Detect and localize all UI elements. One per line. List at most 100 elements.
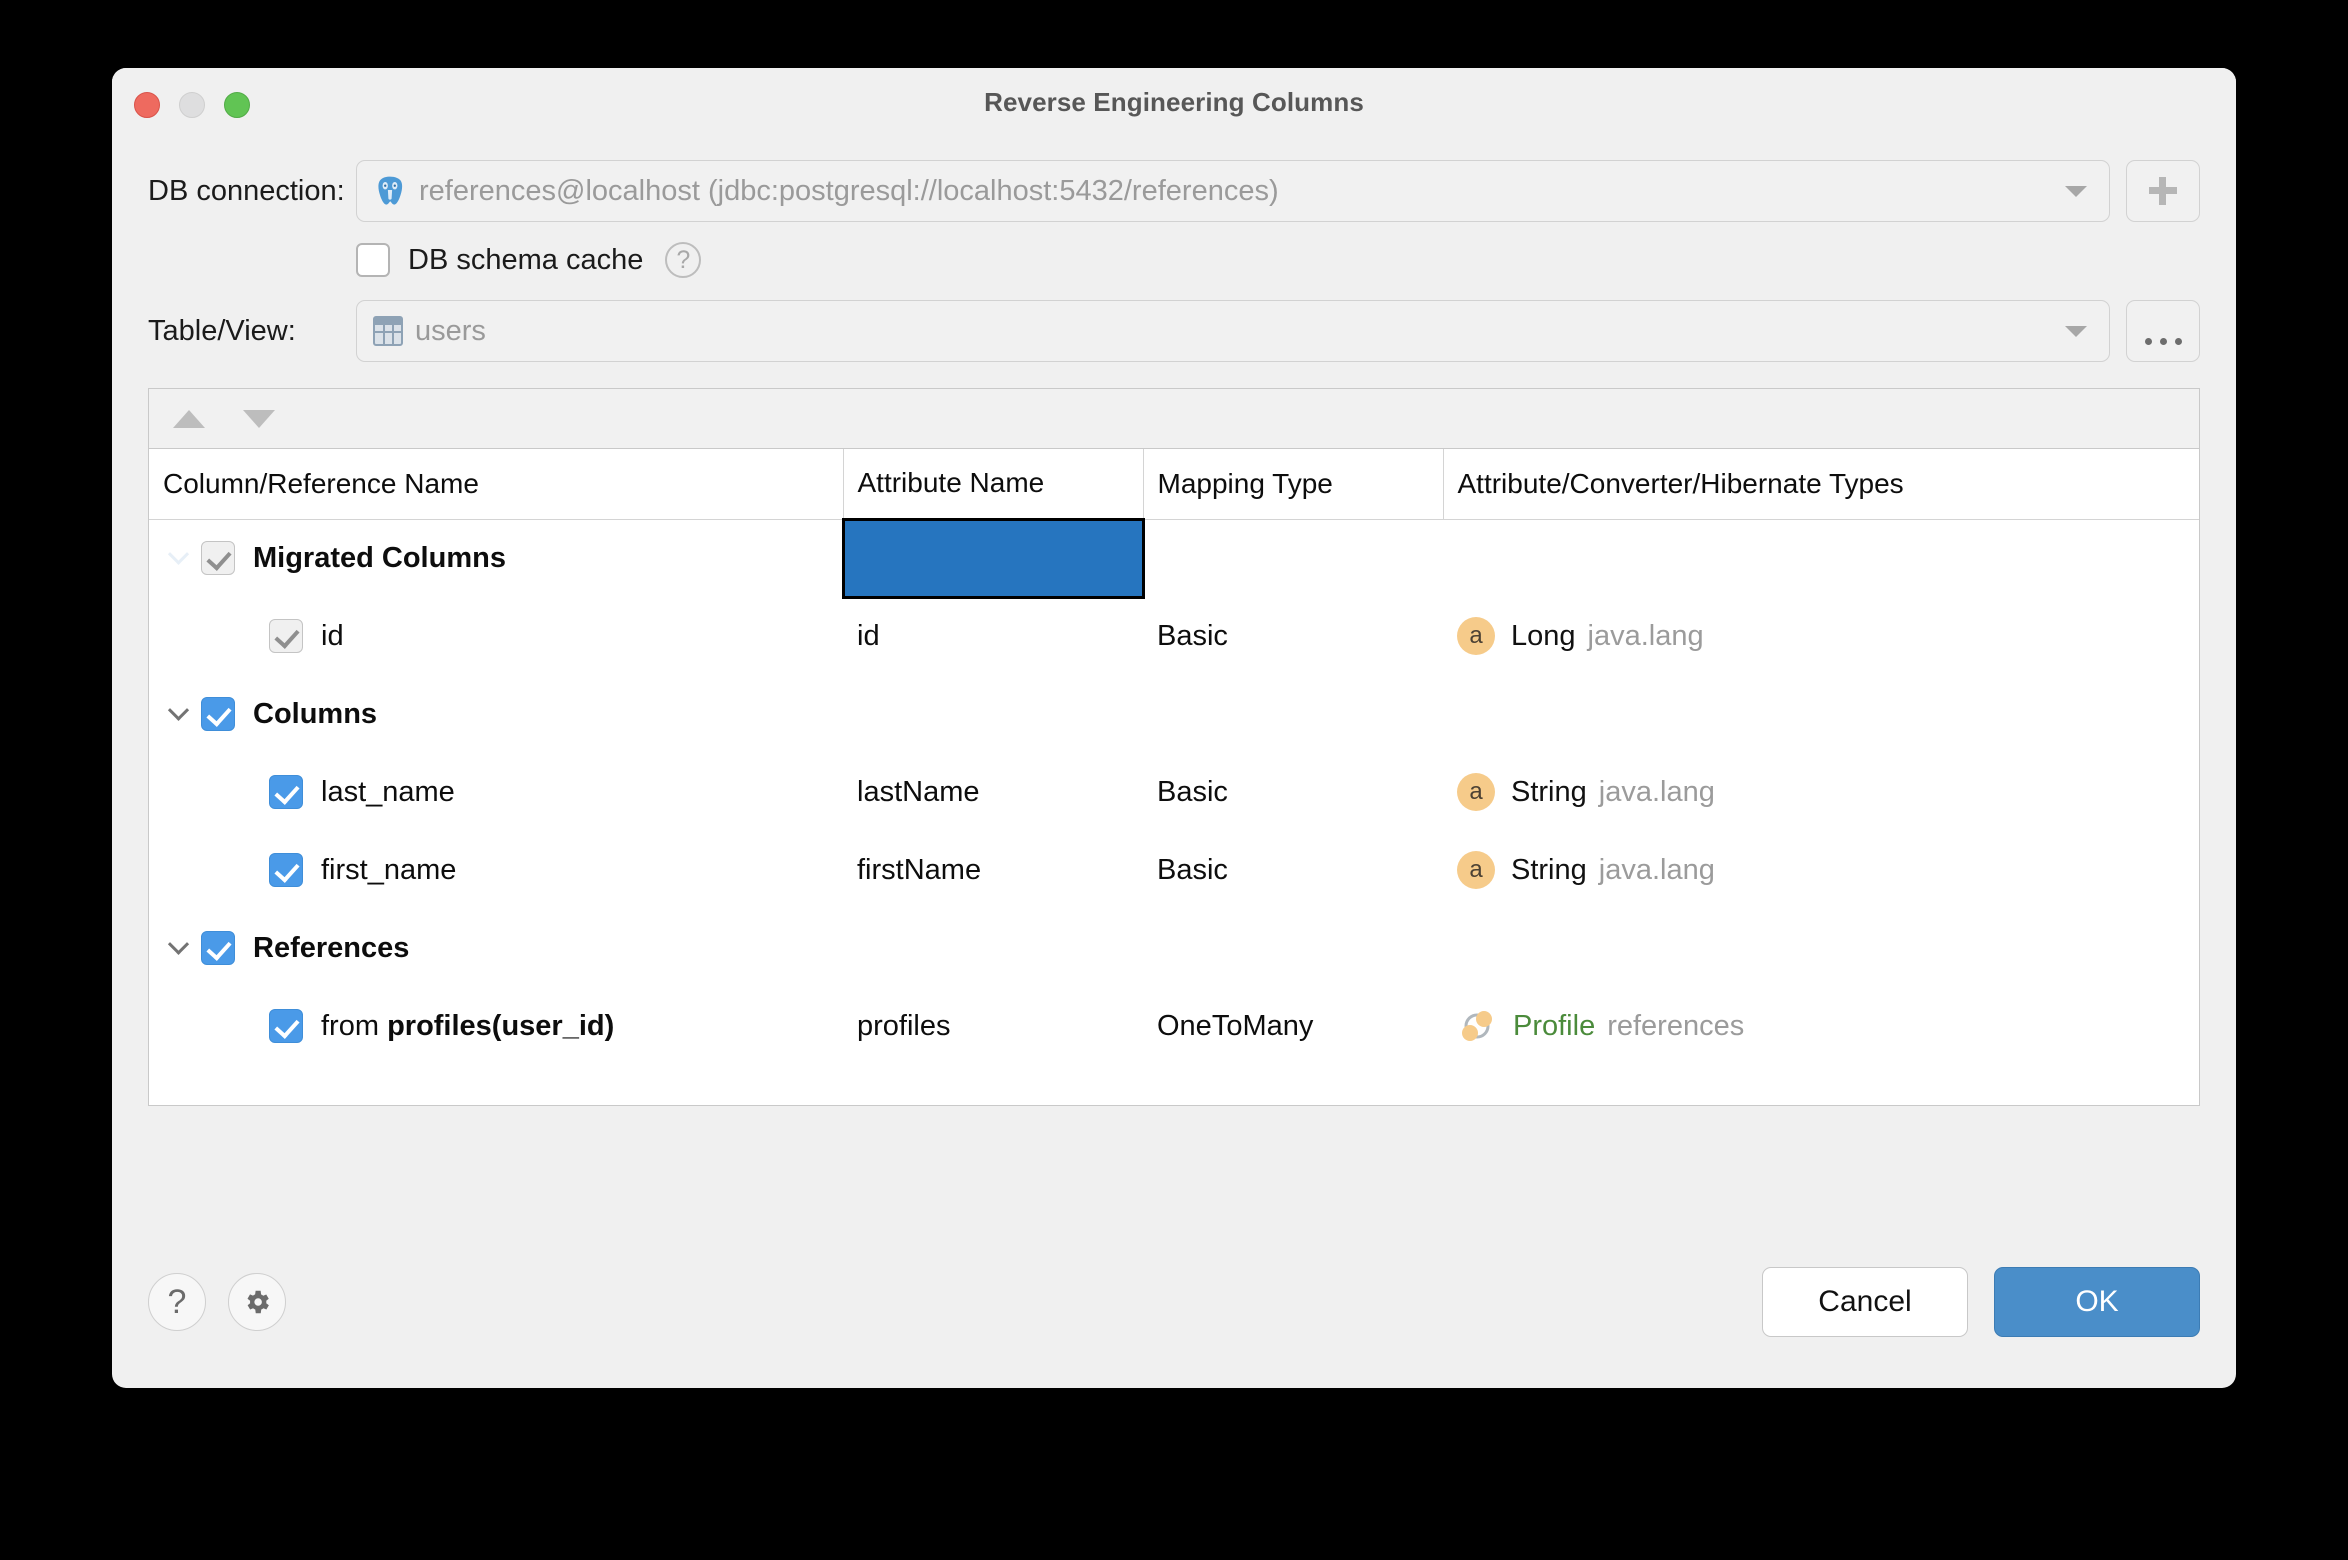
add-connection-button[interactable] bbox=[2126, 160, 2200, 222]
ok-button[interactable]: OK bbox=[1994, 1267, 2200, 1337]
chevron-glyph bbox=[167, 699, 188, 720]
plus-icon bbox=[2149, 177, 2177, 205]
settings-button[interactable] bbox=[228, 1273, 286, 1331]
cell-name[interactable]: References bbox=[149, 909, 843, 987]
title-bar: Reverse Engineering Columns bbox=[112, 68, 2236, 136]
cell-attribute[interactable] bbox=[843, 909, 1143, 987]
cell-mapping-type[interactable] bbox=[1143, 519, 1443, 597]
cell-mapping-type[interactable] bbox=[1143, 909, 1443, 987]
row-checkbox[interactable] bbox=[201, 931, 235, 965]
name-cell-content: Migrated Columns bbox=[163, 541, 828, 575]
row-checkbox[interactable] bbox=[269, 1009, 303, 1043]
dialog-window: Reverse Engineering Columns DB connectio… bbox=[112, 68, 2236, 1388]
name-cell-content: id bbox=[231, 619, 829, 653]
cell-name[interactable]: Columns bbox=[149, 675, 843, 753]
cell-attribute[interactable]: id bbox=[843, 597, 1143, 675]
cell-attribute[interactable] bbox=[843, 675, 1143, 753]
chevron-down-icon[interactable] bbox=[163, 941, 193, 956]
chevron-glyph bbox=[167, 933, 188, 954]
move-up-icon[interactable] bbox=[173, 410, 205, 428]
zoom-window-button[interactable] bbox=[224, 92, 250, 118]
column-header-types[interactable]: Attribute/Converter/Hibernate Types bbox=[1443, 449, 2199, 519]
help-icon[interactable]: ? bbox=[665, 242, 701, 278]
chevron-down-icon[interactable] bbox=[2065, 186, 2087, 197]
cell-name[interactable]: last_name bbox=[149, 753, 843, 831]
table-row[interactable]: References bbox=[149, 909, 2199, 987]
table-icon bbox=[373, 316, 403, 346]
chevron-down-icon[interactable] bbox=[163, 707, 193, 722]
chevron-down-icon[interactable] bbox=[163, 551, 193, 566]
grid-table: Column/Reference Name Attribute Name Map… bbox=[149, 449, 2199, 1065]
table-view-combo[interactable]: users bbox=[356, 300, 2110, 362]
name-cell-content: first_name bbox=[231, 853, 829, 887]
dialog-footer: ? Cancel OK bbox=[112, 1216, 2236, 1388]
cell-attribute[interactable]: firstName bbox=[843, 831, 1143, 909]
table-row[interactable]: last_name lastNameBasic aStringjava.lang bbox=[149, 753, 2199, 831]
attribute-type-icon: a bbox=[1457, 773, 1495, 811]
cell-mapping-type[interactable] bbox=[1143, 675, 1443, 753]
type-cell-content: aStringjava.lang bbox=[1457, 851, 2185, 889]
table-view-row: Table/View: users bbox=[148, 300, 2200, 362]
cell-name[interactable]: id bbox=[149, 597, 843, 675]
table-row[interactable]: first_name firstNameBasic aStringjava.lang bbox=[149, 831, 2199, 909]
cell-attribute[interactable]: profiles bbox=[843, 987, 1143, 1065]
cell-name[interactable]: from profiles(user_id) bbox=[149, 987, 843, 1065]
form-area: DB connection: bbox=[112, 160, 2236, 362]
cell-types[interactable] bbox=[1443, 675, 2199, 753]
db-schema-cache-label: DB schema cache bbox=[408, 244, 643, 277]
table-view-label: Table/View: bbox=[148, 315, 356, 348]
row-checkbox[interactable] bbox=[269, 853, 303, 887]
column-header-attribute[interactable]: Attribute Name bbox=[843, 449, 1143, 519]
row-name-label: last_name bbox=[321, 776, 455, 809]
cell-name[interactable]: Migrated Columns bbox=[149, 519, 843, 597]
cell-types[interactable] bbox=[1443, 519, 2199, 597]
table-row[interactable]: ididBasicaLongjava.lang bbox=[149, 597, 2199, 675]
cancel-button[interactable]: Cancel bbox=[1762, 1267, 1968, 1337]
association-type-icon bbox=[1457, 1006, 1497, 1046]
close-window-button[interactable] bbox=[134, 92, 160, 118]
row-name-label: References bbox=[253, 932, 409, 965]
cell-types[interactable]: aLongjava.lang bbox=[1443, 597, 2199, 675]
row-checkbox[interactable] bbox=[201, 697, 235, 731]
cell-types[interactable]: aStringjava.lang bbox=[1443, 753, 2199, 831]
browse-table-button[interactable] bbox=[2126, 300, 2200, 362]
column-header-name[interactable]: Column/Reference Name bbox=[149, 449, 843, 519]
row-name-label: from profiles(user_id) bbox=[321, 1010, 614, 1043]
type-cell-content: aStringjava.lang bbox=[1457, 773, 2185, 811]
column-header-mapping[interactable]: Mapping Type bbox=[1143, 449, 1443, 519]
ellipsis-icon bbox=[2145, 301, 2182, 361]
minimize-window-button[interactable] bbox=[179, 92, 205, 118]
cell-attribute[interactable]: lastName bbox=[843, 753, 1143, 831]
screen: Reverse Engineering Columns DB connectio… bbox=[0, 0, 2348, 1560]
type-package: references bbox=[1607, 1010, 1744, 1043]
type-package: java.lang bbox=[1588, 620, 1704, 653]
cell-types[interactable]: aStringjava.lang bbox=[1443, 831, 2199, 909]
window-controls bbox=[134, 92, 250, 118]
cell-name[interactable]: first_name bbox=[149, 831, 843, 909]
db-connection-value: references@localhost (jdbc:postgresql://… bbox=[419, 175, 1279, 208]
move-down-icon[interactable] bbox=[243, 410, 275, 428]
cell-mapping-type[interactable]: OneToMany bbox=[1143, 987, 1443, 1065]
cell-mapping-type[interactable]: Basic bbox=[1143, 753, 1443, 831]
db-connection-label: DB connection: bbox=[148, 175, 356, 208]
type-package: java.lang bbox=[1599, 776, 1715, 809]
row-name-label: Migrated Columns bbox=[253, 542, 506, 575]
name-cell-content: last_name bbox=[231, 775, 829, 809]
cell-types[interactable]: Profile references bbox=[1443, 987, 2199, 1065]
row-name-main: profiles(user_id) bbox=[387, 1010, 614, 1042]
type-name: Profile bbox=[1513, 1010, 1595, 1043]
grid-body: Migrated ColumnsididBasicaLongjava.langC… bbox=[149, 519, 2199, 1065]
table-row[interactable]: Migrated Columns bbox=[149, 519, 2199, 597]
table-row[interactable]: Columns bbox=[149, 675, 2199, 753]
row-checkbox[interactable] bbox=[269, 775, 303, 809]
help-button[interactable]: ? bbox=[148, 1273, 206, 1331]
cell-mapping-type[interactable]: Basic bbox=[1143, 831, 1443, 909]
cell-mapping-type[interactable]: Basic bbox=[1143, 597, 1443, 675]
table-row[interactable]: from profiles(user_id)profilesOneToManyP… bbox=[149, 987, 2199, 1065]
db-connection-combo[interactable]: references@localhost (jdbc:postgresql://… bbox=[356, 160, 2110, 222]
name-cell-content: Columns bbox=[163, 697, 829, 731]
cell-attribute-editor[interactable] bbox=[843, 519, 1143, 597]
cell-types[interactable] bbox=[1443, 909, 2199, 987]
db-schema-cache-checkbox[interactable] bbox=[356, 243, 390, 277]
chevron-down-icon[interactable] bbox=[2065, 326, 2087, 337]
